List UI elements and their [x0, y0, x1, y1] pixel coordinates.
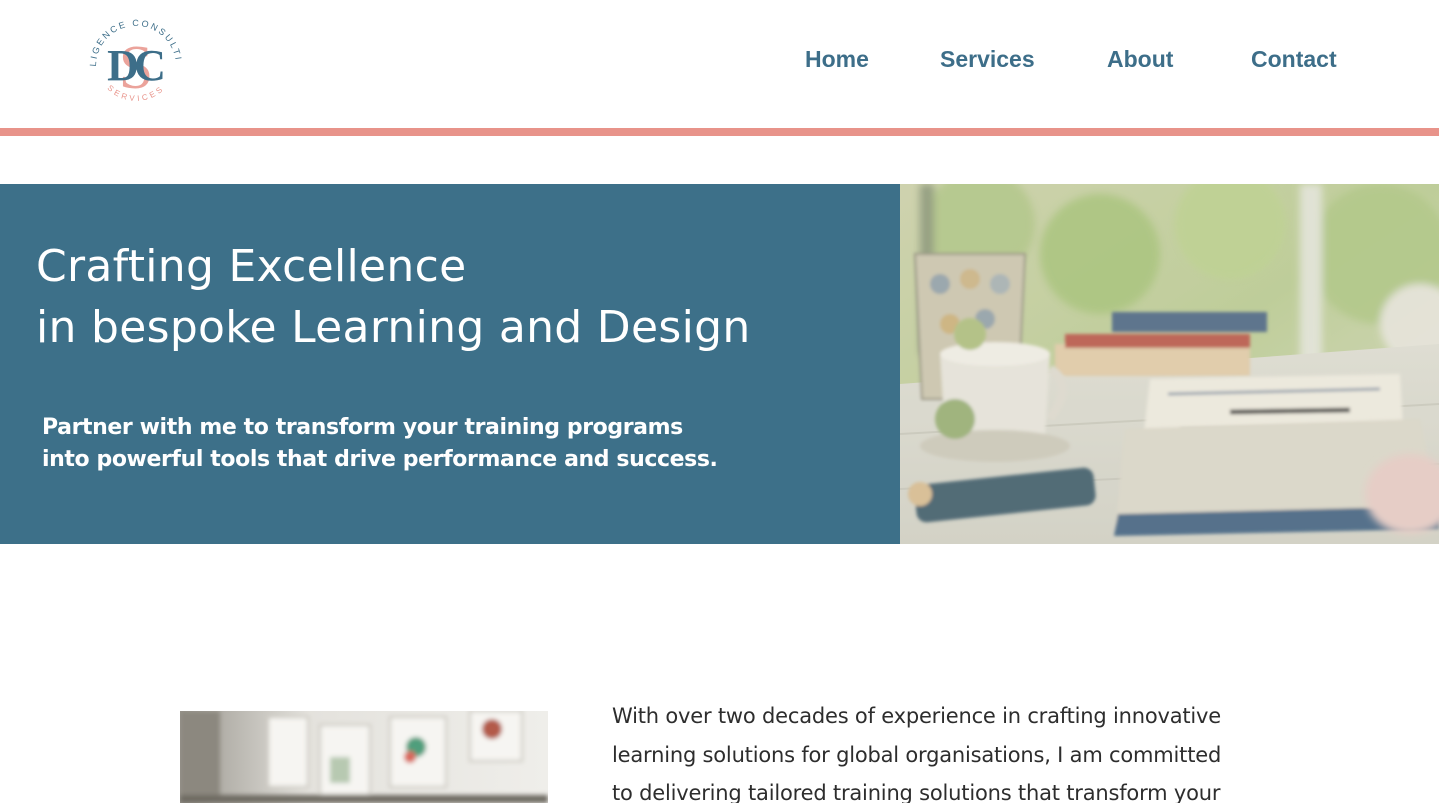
- about-text-line-3: to delivering tailored training solution…: [612, 781, 1221, 803]
- site-header: DILIGENCE CONSULTING SERVICES S D C Home…: [0, 0, 1439, 128]
- nav-about-link[interactable]: About: [1107, 46, 1173, 73]
- hero-image: [900, 184, 1439, 544]
- hero-subtitle-line-2: into powerful tools that drive performan…: [42, 447, 718, 472]
- hero-title-line-2: in bespoke Learning and Design: [36, 302, 751, 353]
- about-image: [180, 711, 548, 803]
- hero-text-panel: Crafting Excellence in bespoke Learning …: [0, 184, 900, 544]
- about-text-line-2: learning solutions for global organisati…: [612, 742, 1222, 767]
- nav-home-link[interactable]: Home: [805, 46, 869, 73]
- hero-section: Crafting Excellence in bespoke Learning …: [0, 184, 1439, 544]
- header-accent-bar: [0, 128, 1439, 136]
- hero-subtitle: Partner with me to transform your traini…: [42, 412, 862, 476]
- desk-workspace-photo-icon: [900, 184, 1439, 544]
- about-intro-text: With over two decades of experience in c…: [612, 697, 1262, 803]
- nav-contact-link[interactable]: Contact: [1251, 46, 1337, 73]
- office-wall-photo-icon: [180, 711, 548, 803]
- hero-subtitle-line-1: Partner with me to transform your traini…: [42, 415, 683, 440]
- about-text-line-1: With over two decades of experience in c…: [612, 704, 1221, 728]
- hero-title: Crafting Excellence in bespoke Learning …: [36, 236, 876, 358]
- hero-title-line-1: Crafting Excellence: [36, 241, 467, 292]
- main-nav: Home Services About Contact: [0, 46, 1439, 78]
- nav-services-link[interactable]: Services: [940, 46, 1035, 73]
